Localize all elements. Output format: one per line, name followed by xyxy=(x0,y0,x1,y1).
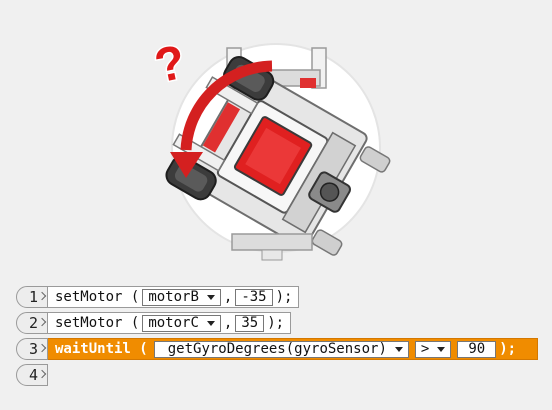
line-number[interactable]: 3 xyxy=(16,338,48,360)
open-paren: ( xyxy=(139,341,148,357)
command-keyword: setMotor xyxy=(55,315,123,331)
speed-input[interactable]: -35 xyxy=(235,288,273,306)
question-mark-icon: ? xyxy=(150,36,190,94)
motor-dropdown-value: motorC xyxy=(148,315,199,331)
command-keyword: waitUntil xyxy=(55,341,131,357)
close-paren: ); xyxy=(499,341,517,357)
operator-dropdown[interactable]: > xyxy=(414,340,452,358)
comma: , xyxy=(223,289,233,305)
line-number[interactable]: 1 xyxy=(16,286,48,308)
code-line-content[interactable]: setMotor ( motorC , 35 ); xyxy=(48,312,292,334)
comma: , xyxy=(223,315,233,331)
close-paren: ); xyxy=(275,289,293,305)
motor-dropdown-value: motorB xyxy=(148,289,199,305)
close-paren: ); xyxy=(267,315,285,331)
line-number[interactable]: 2 xyxy=(16,312,48,334)
sensor-dropdown-value: getGyroDegrees(gyroSensor) xyxy=(167,341,387,357)
speed-input[interactable]: 35 xyxy=(235,314,265,332)
motor-dropdown[interactable]: motorB xyxy=(142,288,221,306)
threshold-input[interactable]: 90 xyxy=(457,340,497,358)
command-keyword: setMotor xyxy=(55,289,123,305)
code-line-4[interactable]: 4 xyxy=(16,364,48,386)
code-line-3[interactable]: 3 waitUntil ( getGyroDegrees(gyroSensor)… xyxy=(16,338,538,360)
open-paren: ( xyxy=(130,315,140,331)
sensor-dropdown[interactable]: getGyroDegrees(gyroSensor) xyxy=(153,340,409,358)
code-line-content[interactable]: setMotor ( motorB , -35 ); xyxy=(48,286,300,308)
code-line-2[interactable]: 2 setMotor ( motorC , 35 ); xyxy=(16,312,292,334)
open-paren: ( xyxy=(130,289,140,305)
robot-turn-illustration: ? xyxy=(149,34,391,261)
code-line-content-active[interactable]: waitUntil ( getGyroDegrees(gyroSensor) >… xyxy=(48,338,538,360)
line-number[interactable]: 4 xyxy=(16,364,48,386)
operator-dropdown-value: > xyxy=(420,341,430,357)
motor-dropdown[interactable]: motorC xyxy=(142,314,221,332)
code-line-1[interactable]: 1 setMotor ( motorB , -35 ); xyxy=(16,286,300,308)
